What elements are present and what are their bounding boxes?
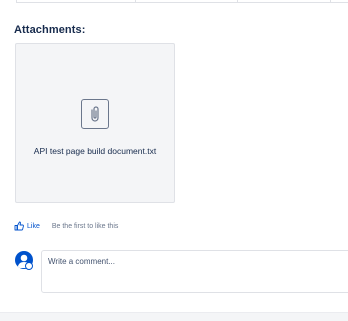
comment-input[interactable]: Write a comment... — [41, 250, 348, 293]
like-button[interactable]: Like — [14, 221, 40, 231]
attachment-card[interactable]: API test page build document.txt — [15, 43, 175, 203]
thumbs-up-icon — [14, 221, 24, 231]
table-bottom-edge — [16, 0, 348, 3]
attachments-heading: Attachments: — [14, 24, 86, 36]
page: Attachments: API test page build documen… — [0, 0, 348, 321]
like-label: Like — [27, 222, 40, 230]
edit-badge-icon — [25, 262, 33, 270]
like-summary: Be the first to like this — [51, 222, 119, 230]
table-cell-divider — [135, 0, 136, 3]
table-cell-divider — [237, 0, 238, 3]
paperclip-icon — [81, 99, 109, 129]
table-cell-divider — [330, 0, 331, 3]
comment-placeholder: Write a comment... — [48, 257, 115, 266]
attachment-file-name[interactable]: API test page build document.txt — [16, 146, 174, 156]
footer-bar — [0, 312, 348, 321]
like-row: Like Be the first to like this — [14, 220, 118, 232]
